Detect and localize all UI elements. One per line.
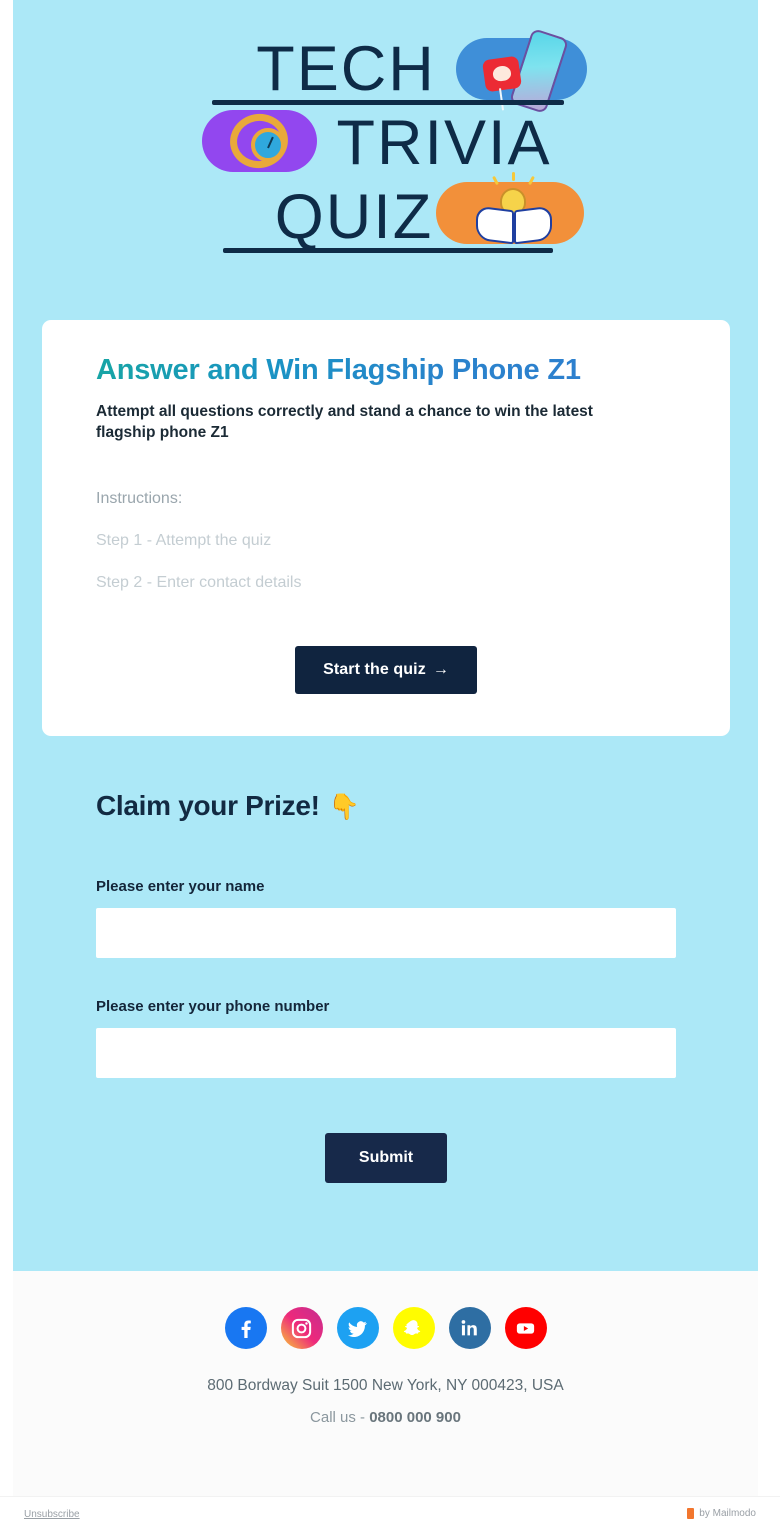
email-page: TECH TRIVIA QUIZ Answer and Win Flagship… [0,0,780,1537]
made-by-label: by Mailmodo [699,1508,756,1519]
cta-row: Start the quiz → [96,645,676,694]
footer-call-us: Call us - 0800 000 900 [13,1409,758,1426]
phone-input[interactable] [96,1028,676,1078]
made-by-mailmodo-link[interactable]: by Mailmodo [687,1508,756,1519]
brand-logo: TECH TRIVIA QUIZ [188,22,588,267]
pointing-down-icon: 👇 [328,793,360,821]
start-quiz-label: Start the quiz [323,660,426,678]
email-header: TECH TRIVIA QUIZ [13,0,758,300]
facebook-icon[interactable] [224,1307,267,1349]
submit-button[interactable]: Submit [324,1133,448,1183]
card-title: Answer and Win Flagship Phone Z1 [96,354,676,387]
unsubscribe-link[interactable]: Unsubscribe [24,1509,80,1520]
logo-line-trivia: TRIVIA [188,112,588,175]
logo-line-tech: TECH [188,38,588,105]
start-quiz-button[interactable]: Start the quiz → [295,645,477,694]
claim-prize-title: Claim your Prize! 👇 [96,790,676,822]
email-body: TECH TRIVIA QUIZ Answer and Win Flagship… [13,0,758,1271]
call-us-number: 0800 000 900 [369,1409,461,1426]
instructions-label: Instructions: [96,489,183,507]
email-footer: 800 Bordway Suit 1500 New York, NY 00042… [13,1271,758,1496]
social-links-row [13,1307,758,1349]
logo-text-tech: TECH [256,34,436,104]
twitter-icon[interactable] [336,1307,379,1349]
logo-text-quiz: QUIZ [274,182,434,252]
youtube-icon[interactable] [504,1307,547,1349]
quiz-promo-card: Answer and Win Flagship Phone Z1 Attempt… [42,320,730,736]
phone-field-label: Please enter your phone number [96,998,330,1015]
call-us-prefix: Call us - [310,1409,370,1426]
arrow-right-icon: → [432,660,449,678]
instagram-icon[interactable] [280,1307,323,1349]
linkedin-icon[interactable] [448,1307,491,1349]
name-field-label: Please enter your name [96,878,265,895]
claim-prize-text: Claim your Prize! [96,790,320,821]
snapchat-icon[interactable] [392,1307,435,1349]
logo-text-trivia: TRIVIA [336,108,552,178]
mailmodo-logo-icon [687,1508,695,1519]
instruction-step-1: Step 1 - Attempt the quiz [96,531,272,549]
footer-address: 800 Bordway Suit 1500 New York, NY 00042… [207,1377,564,1394]
claim-prize-section: Claim your Prize! 👇 Please enter your nam… [96,790,676,1183]
submit-row: Submit [96,1133,676,1183]
instruction-step-2: Step 2 - Enter contact details [96,573,302,591]
card-subtitle: Attempt all questions correctly and stan… [96,403,593,442]
name-input[interactable] [96,908,676,958]
email-bottom-bar: Unsubscribe by Mailmodo [0,1496,780,1537]
logo-line-quiz: QUIZ [188,186,588,253]
